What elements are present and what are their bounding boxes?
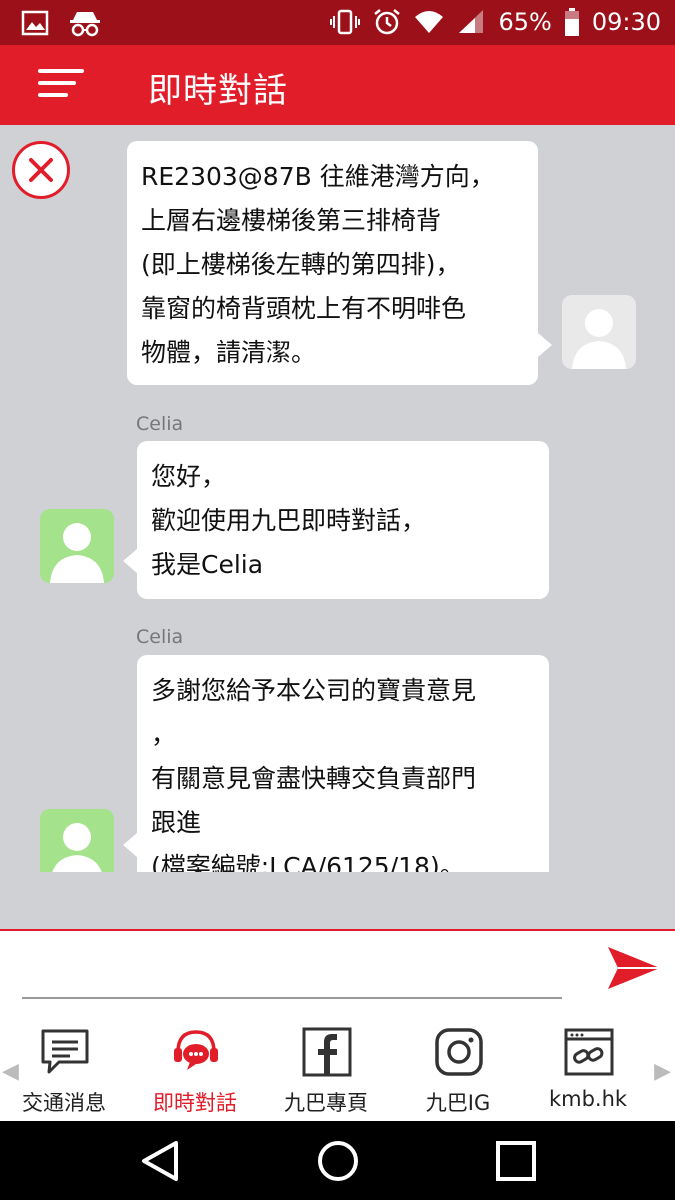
nav-label: 交通消息	[22, 1091, 106, 1115]
facebook-icon	[302, 1027, 352, 1077]
agent-sender-name: Celia	[136, 626, 184, 648]
nav-scroll-right-icon[interactable]: ▶	[654, 1059, 671, 1084]
signal-icon	[459, 10, 484, 33]
alarm-icon	[374, 9, 401, 35]
hamburger-menu-icon[interactable]	[38, 69, 86, 101]
nav-label: 九巴IG	[425, 1091, 491, 1115]
bottom-nav: ◀ 交通消息 即時對話 九巴專頁 九巴IG kmb.hk ▶	[0, 1021, 675, 1121]
vibrate-icon	[330, 9, 361, 35]
instagram-icon	[435, 1028, 483, 1076]
wifi-icon	[415, 11, 444, 33]
message-icon	[41, 1029, 89, 1074]
nav-label: kmb.hk	[548, 1087, 628, 1111]
nav-item-website[interactable]: kmb.hk	[528, 1021, 648, 1121]
battery-percent: 65%	[498, 8, 552, 36]
clock: 09:30	[591, 8, 661, 36]
home-icon[interactable]	[316, 1139, 360, 1183]
agent-sender-name: Celia	[136, 413, 184, 435]
close-icon	[29, 158, 53, 182]
person-icon	[50, 523, 104, 583]
status-bar: 65% 09:30	[0, 0, 675, 45]
close-chat-button[interactable]	[12, 141, 70, 199]
headset-chat-icon	[174, 1030, 218, 1070]
chat-area[interactable]: RE2303@87B 往維港灣方向， 上層右邊樓梯後第三排椅背 (即上樓梯後左轉…	[0, 125, 675, 872]
agent-avatar	[40, 809, 114, 872]
nav-item-live-chat[interactable]: 即時對話	[135, 1021, 255, 1121]
image-icon	[21, 10, 49, 36]
agent-message-bubble: 多謝您給予本公司的寶貴意見 ， 有關意見會盡快轉交負責部門 跟進 (檔案編號:L…	[123, 655, 549, 872]
nav-item-instagram[interactable]: 九巴IG	[398, 1021, 518, 1121]
send-icon[interactable]	[606, 943, 662, 993]
back-icon[interactable]	[140, 1139, 180, 1183]
nav-item-facebook[interactable]: 九巴專頁	[266, 1021, 386, 1121]
nav-item-traffic-news[interactable]: 交通消息	[4, 1021, 124, 1121]
recent-apps-icon[interactable]	[494, 1139, 538, 1183]
page-title: 即時對話	[148, 71, 288, 111]
incognito-icon	[70, 12, 100, 37]
user-message-bubble: RE2303@87B 往維港灣方向， 上層右邊樓梯後第三排椅背 (即上樓梯後左轉…	[127, 141, 552, 385]
user-avatar	[562, 295, 636, 369]
nav-label: 九巴專頁	[284, 1091, 368, 1115]
agent-avatar	[40, 509, 114, 583]
system-nav-bar	[0, 1121, 675, 1200]
website-link-icon	[564, 1028, 614, 1076]
message-composer	[0, 929, 675, 1021]
battery-icon	[564, 8, 579, 36]
app-header: 即時對話	[0, 45, 675, 125]
screen: 65% 09:30 即時對話 RE2303@87B 往維港灣方向， 上層右邊樓梯…	[0, 0, 675, 1200]
nav-label: 即時對話	[153, 1091, 237, 1115]
agent-message-bubble: 您好， 歡迎使用九巴即時對話， 我是Celia	[123, 441, 549, 599]
message-input[interactable]	[22, 941, 562, 999]
person-icon	[52, 823, 102, 872]
person-icon	[572, 309, 626, 369]
